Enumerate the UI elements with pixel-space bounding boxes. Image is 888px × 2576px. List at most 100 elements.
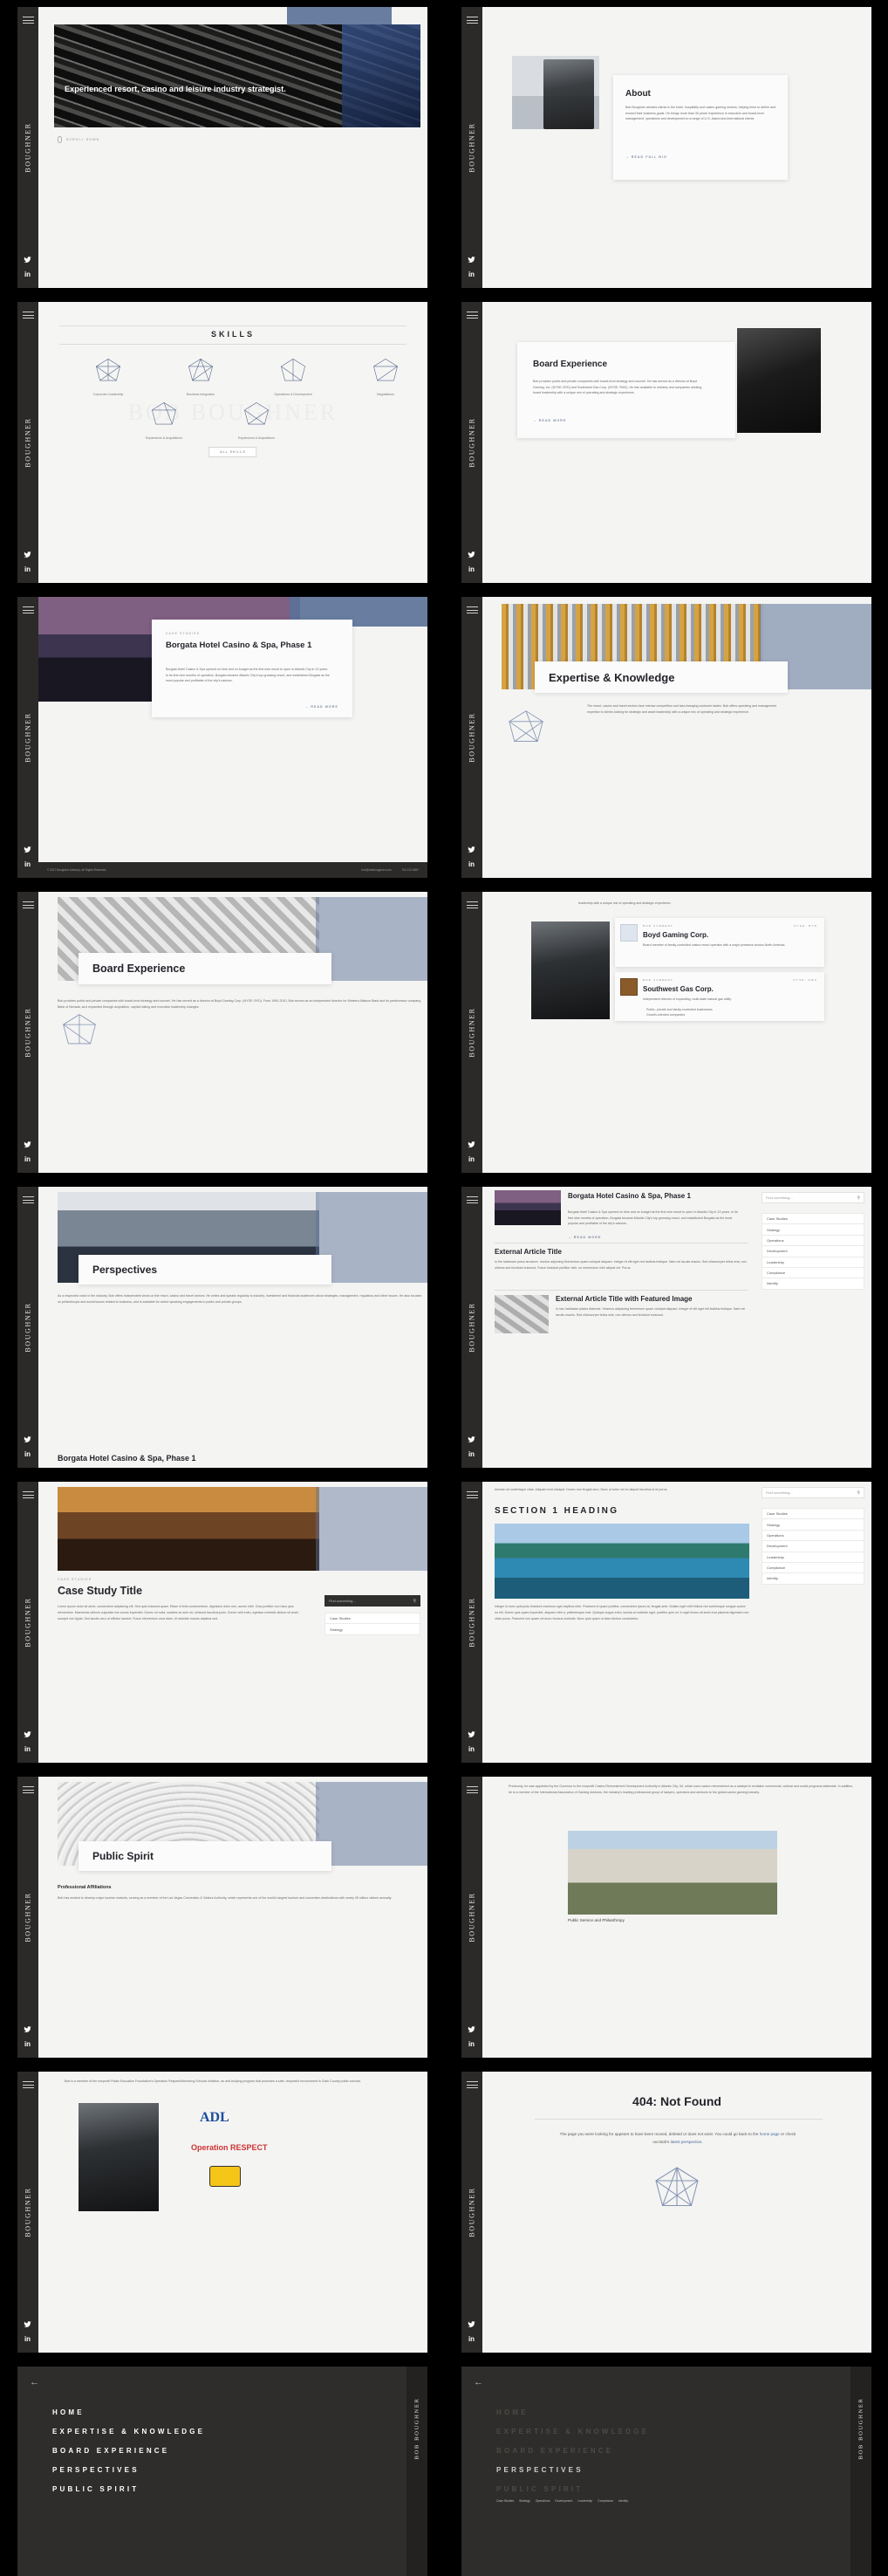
filter-item-leadership[interactable]: Leadership (762, 1256, 864, 1267)
subtab-identity[interactable]: Identity (618, 2499, 628, 2503)
subtab-case-studies[interactable]: Case Studies (496, 2499, 514, 2503)
filter-item-identity[interactable]: Identity (762, 1278, 864, 1290)
nav-item-expertise[interactable]: EXPERTISE & KNOWLEDGE (496, 2428, 649, 2436)
nav-item-home[interactable]: HOME (496, 2408, 649, 2416)
nav-item-board-experience[interactable]: BOARD EXPERIENCE (52, 2447, 205, 2455)
filter-item-strategy[interactable]: Strategy (324, 1623, 420, 1635)
back-arrow-icon[interactable]: ← (30, 2377, 39, 2388)
filter-item-case-studies[interactable]: Case Studies (324, 1613, 420, 1624)
filter-item-strategy[interactable]: Strategy (762, 1223, 864, 1235)
all-skills-button[interactable]: ALL SKILLS (208, 447, 257, 457)
filter-item-identity[interactable]: Identity (762, 1572, 864, 1585)
twitter-icon[interactable] (21, 2318, 34, 2330)
hamburger-menu-icon[interactable] (466, 900, 478, 911)
hamburger-menu-icon[interactable] (466, 310, 478, 321)
twitter-icon[interactable] (465, 1138, 478, 1150)
linkedin-icon[interactable]: in (465, 268, 478, 280)
twitter-icon[interactable] (465, 1728, 478, 1740)
filter-item-compliance[interactable]: Compliance (762, 1266, 864, 1278)
skill-item[interactable]: Negotiations (358, 356, 413, 396)
twitter-icon[interactable] (21, 1728, 34, 1740)
filter-item-compliance[interactable]: Compliance (762, 1561, 864, 1573)
search-icon[interactable]: ⚲ (857, 1196, 860, 1201)
filter-item-development[interactable]: Development (762, 1245, 864, 1257)
subtab-leadership[interactable]: Leadership (577, 2499, 592, 2503)
hamburger-menu-icon[interactable] (22, 605, 34, 616)
nav-item-home[interactable]: HOME (52, 2408, 205, 2416)
filter-item-case-studies[interactable]: Case Studies (762, 1508, 864, 1519)
twitter-icon[interactable] (21, 2023, 34, 2035)
skill-item[interactable]: Expansions & Acquisitions (136, 400, 192, 440)
nav-item-perspectives[interactable]: PERSPECTIVES (52, 2466, 205, 2474)
filter-item-development[interactable]: Development (762, 1540, 864, 1552)
twitter-icon[interactable] (465, 843, 478, 855)
linkedin-icon[interactable]: in (21, 858, 34, 870)
hamburger-menu-icon[interactable] (466, 1195, 478, 1206)
skill-item[interactable]: Expansions & Acquisitions (229, 400, 284, 440)
nav-item-public-spirit[interactable]: PUBLIC SPIRIT (496, 2485, 649, 2493)
linkedin-icon[interactable]: in (21, 563, 34, 575)
board-card-read-more[interactable]: → READ MORE (533, 419, 566, 422)
scroll-down-indicator[interactable]: SCROLL DOWN (58, 136, 99, 143)
subtab-development[interactable]: Development (555, 2499, 572, 2503)
subtab-compliance[interactable]: Compliance (598, 2499, 613, 2503)
hamburger-menu-icon[interactable] (22, 900, 34, 911)
hamburger-menu-icon[interactable] (466, 1785, 478, 1796)
hamburger-menu-icon[interactable] (466, 15, 478, 26)
board-list-item[interactable]: BOB CURRENT NYSE: BYD Boyd Gaming Corp. … (615, 918, 824, 967)
twitter-icon[interactable] (21, 548, 34, 560)
linkedin-icon[interactable]: in (465, 2333, 478, 2345)
article-lead-read-more[interactable]: → READ MORE (568, 1236, 601, 1239)
hamburger-menu-icon[interactable] (22, 1490, 34, 1501)
board-list-item[interactable]: BOB CURRENT NYSE: SWX Southwest Gas Corp… (615, 972, 824, 1021)
search-icon[interactable]: ⚲ (857, 1490, 860, 1496)
latest-perspective-link[interactable]: latest perspective (671, 2140, 702, 2144)
article-item[interactable]: External Article Title with Featured Ima… (495, 1295, 746, 1333)
nav-item-board-experience[interactable]: BOARD EXPERIENCE (496, 2447, 649, 2455)
linkedin-icon[interactable]: in (21, 2333, 34, 2345)
linkedin-icon[interactable]: in (465, 858, 478, 870)
twitter-icon[interactable] (465, 2318, 478, 2330)
article-item[interactable]: External Article Title In the hardware p… (495, 1248, 748, 1271)
twitter-icon[interactable] (465, 548, 478, 560)
article-lead-title[interactable]: Borgata Hotel Casino & Spa, Phase 1 (568, 1192, 725, 1201)
search-icon[interactable]: ⚲ (413, 1599, 416, 1604)
hamburger-menu-icon[interactable] (22, 310, 34, 321)
search-input[interactable]: Find something... ⚲ (762, 1487, 864, 1498)
twitter-icon[interactable] (21, 1433, 34, 1445)
subtab-strategy[interactable]: Strategy (519, 2499, 530, 2503)
nav-item-expertise[interactable]: EXPERTISE & KNOWLEDGE (52, 2428, 205, 2436)
twitter-icon[interactable] (21, 253, 34, 265)
skill-item[interactable]: Operations & Development (265, 356, 321, 396)
hamburger-menu-icon[interactable] (22, 2079, 34, 2091)
linkedin-icon[interactable]: in (21, 268, 34, 280)
linkedin-icon[interactable]: in (465, 2038, 478, 2050)
about-read-bio-link[interactable]: → READ FULL BIO (625, 155, 667, 159)
search-input[interactable]: Find something... ⚲ (324, 1595, 420, 1607)
linkedin-icon[interactable]: in (465, 1743, 478, 1755)
linkedin-icon[interactable]: in (21, 1153, 34, 1165)
footer-phone[interactable]: 702.123.4567 (402, 868, 420, 872)
nav-item-perspectives[interactable]: PERSPECTIVES (496, 2466, 649, 2474)
hamburger-menu-icon[interactable] (22, 1195, 34, 1206)
hamburger-menu-icon[interactable] (466, 2079, 478, 2091)
perspectives-next-title[interactable]: Borgata Hotel Casino & Spa, Phase 1 (58, 1454, 196, 1463)
linkedin-icon[interactable]: in (21, 2038, 34, 2050)
twitter-icon[interactable] (21, 1138, 34, 1150)
hamburger-menu-icon[interactable] (466, 1490, 478, 1501)
hamburger-menu-icon[interactable] (466, 605, 478, 616)
filter-item-leadership[interactable]: Leadership (762, 1551, 864, 1562)
twitter-icon[interactable] (465, 253, 478, 265)
linkedin-icon[interactable]: in (465, 1153, 478, 1165)
nav-item-public-spirit[interactable]: PUBLIC SPIRIT (52, 2485, 205, 2493)
hamburger-menu-icon[interactable] (22, 15, 34, 26)
footer-email[interactable]: bob@bobboughner.com (361, 868, 391, 872)
filter-item-operations[interactable]: Operations (762, 1234, 864, 1246)
filter-item-strategy[interactable]: Strategy (762, 1518, 864, 1530)
twitter-icon[interactable] (465, 1433, 478, 1445)
back-arrow-icon[interactable]: ← (474, 2377, 483, 2388)
skill-item[interactable]: Corporate Leadership (80, 356, 136, 396)
subtab-operations[interactable]: Operations (536, 2499, 550, 2503)
linkedin-icon[interactable]: in (21, 1743, 34, 1755)
skill-item[interactable]: Business Integration (173, 356, 229, 396)
